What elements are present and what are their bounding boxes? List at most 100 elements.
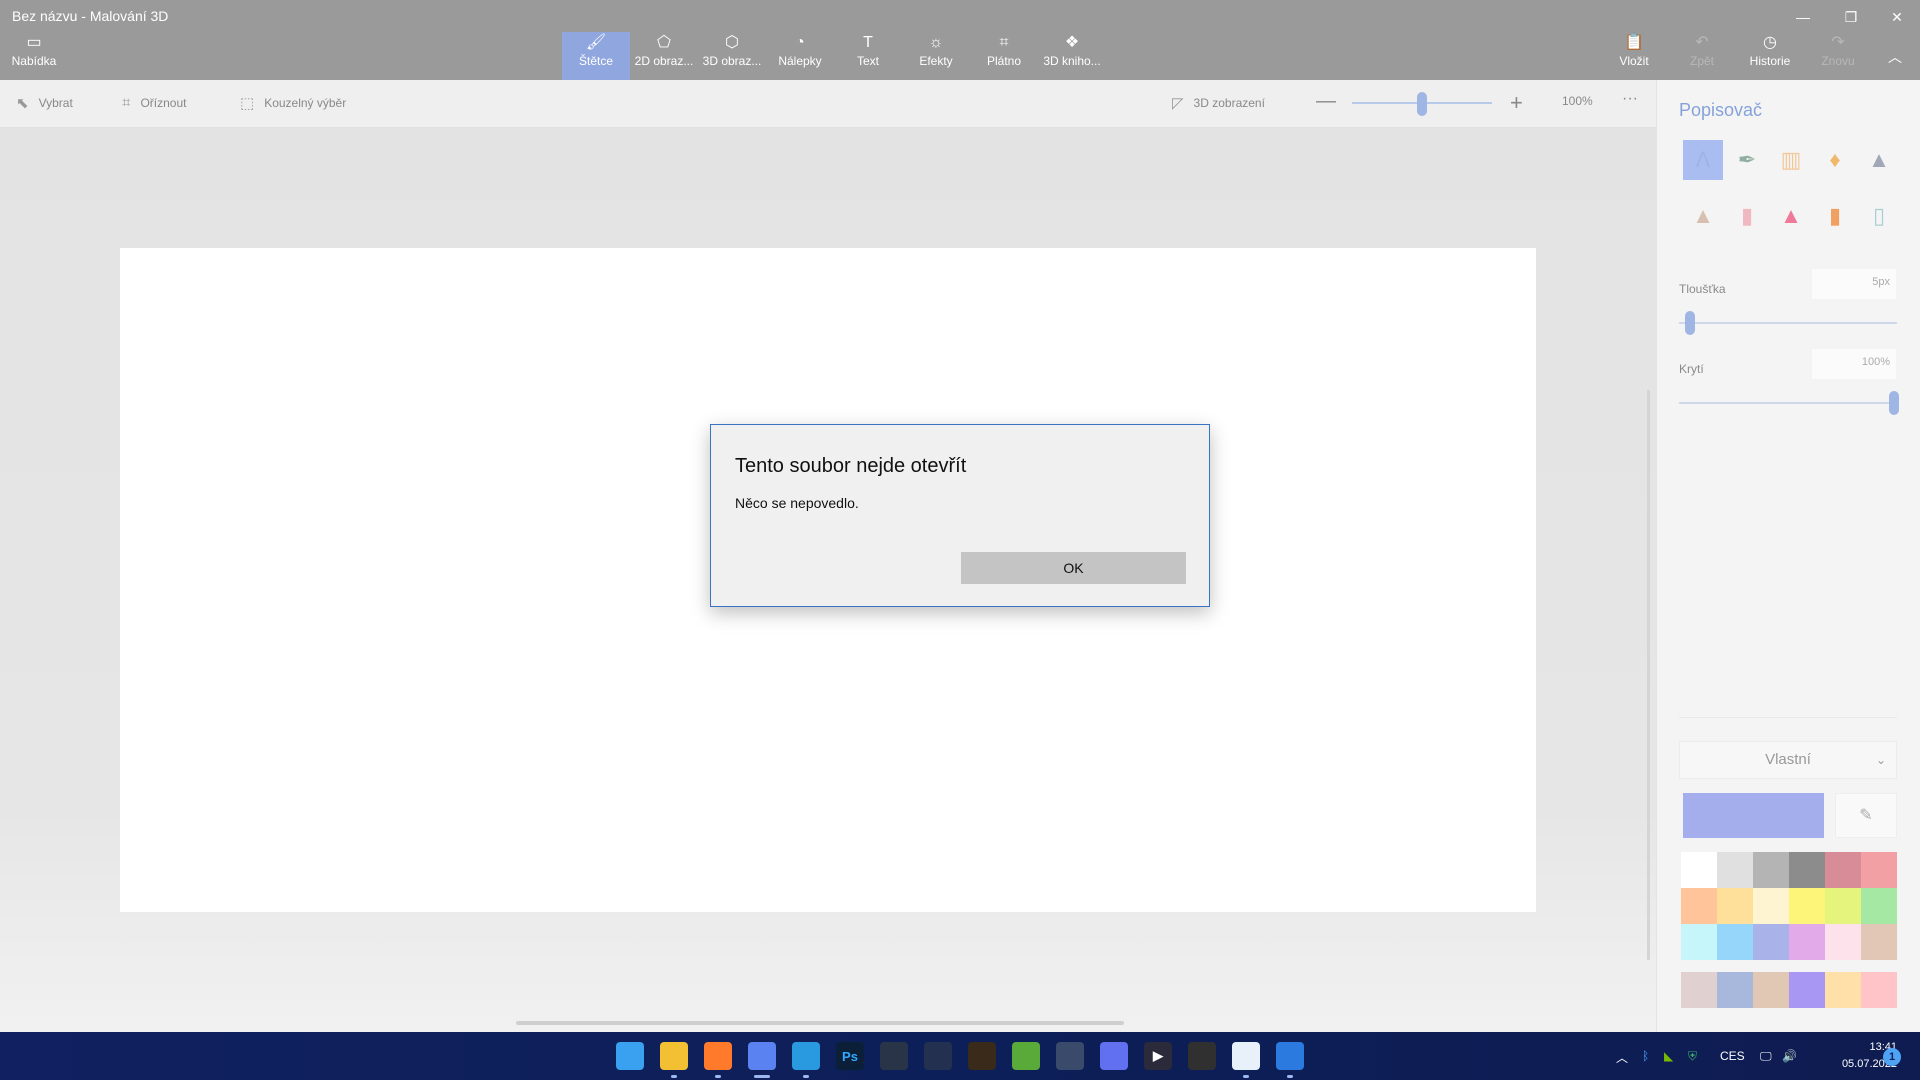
color-swatch[interactable] [1717, 924, 1753, 960]
davinci-resolve-icon[interactable] [880, 1042, 908, 1070]
file-explorer-icon[interactable] [660, 1042, 688, 1070]
zoom-in-icon[interactable]: + [1510, 90, 1523, 116]
watercolor-brush-icon[interactable]: ♦ [1815, 140, 1855, 180]
color-swatch[interactable] [1861, 852, 1897, 888]
custom-color-swatch[interactable] [1681, 972, 1717, 1008]
restore-icon[interactable]: ❐ [1828, 4, 1874, 30]
volume-icon[interactable]: 🔊 [1782, 1049, 1797, 1063]
show-hidden-icons-icon[interactable]: ︿ [1616, 1049, 1628, 1066]
game-block-icon[interactable] [968, 1042, 996, 1070]
firefox-icon[interactable] [704, 1042, 732, 1070]
network-icon[interactable]: 🖵 [1760, 1049, 1772, 1064]
color-swatch[interactable] [1681, 924, 1717, 960]
color-swatch[interactable] [1753, 888, 1789, 924]
bluetooth-icon[interactable]: ᛒ [1642, 1049, 1649, 1063]
tab-3d-library[interactable]: ❖ 3D kniho... [1038, 32, 1106, 80]
tab-effects[interactable]: ☼ Efekty [902, 32, 970, 80]
obs-icon[interactable] [1188, 1042, 1216, 1070]
horizontal-scrollbar[interactable] [516, 1021, 1124, 1025]
remote-app-icon[interactable] [792, 1042, 820, 1070]
redo-button[interactable]: ↷ Znovu [1810, 32, 1866, 80]
warships-icon[interactable] [924, 1042, 952, 1070]
oil-brush-brush-icon[interactable]: ▥ [1771, 140, 1811, 180]
color-swatch[interactable] [1681, 888, 1717, 924]
undo-button[interactable]: ↶ Zpět [1676, 32, 1728, 80]
tab-sticker[interactable]: ◔ Nálepky [766, 32, 834, 80]
zoom-out-icon[interactable]: — [1316, 90, 1336, 113]
color-swatch[interactable] [1753, 852, 1789, 888]
tab-canvas[interactable]: ⌗ Plátno [970, 32, 1038, 80]
custom-color-swatch[interactable] [1717, 972, 1753, 1008]
opacity-input[interactable]: 100% [1812, 349, 1896, 379]
zoom-slider-thumb[interactable] [1417, 92, 1427, 116]
color-swatch[interactable] [1681, 852, 1717, 888]
thickness-thumb[interactable] [1684, 311, 1695, 335]
paint-3d-icon[interactable] [748, 1042, 776, 1070]
store-icon[interactable] [1232, 1042, 1260, 1070]
current-color[interactable] [1683, 793, 1824, 838]
magic-select-tool[interactable]: ⬚ Kouzelný výběr [240, 94, 346, 112]
eraser-brush-icon[interactable]: ▮ [1727, 196, 1767, 236]
custom-color-swatch[interactable] [1825, 972, 1861, 1008]
color-swatch[interactable] [1861, 924, 1897, 960]
color-swatch[interactable] [1825, 888, 1861, 924]
panel-title: Popisovač [1679, 100, 1763, 120]
minimize-icon[interactable]: — [1780, 4, 1826, 30]
history-button[interactable]: ◷ Historie [1740, 32, 1800, 80]
tab-2d-shapes[interactable]: ⬠ 2D obraz... [630, 32, 698, 80]
color-swatch[interactable] [1789, 852, 1825, 888]
opacity-track[interactable] [1679, 402, 1897, 404]
media-player-icon[interactable]: ▶ [1144, 1042, 1172, 1070]
discord-icon[interactable] [1100, 1042, 1128, 1070]
fill-bucket-brush-icon[interactable]: ▯ [1859, 196, 1899, 236]
collapse-ribbon-icon[interactable]: ︿ [1872, 44, 1918, 70]
close-icon[interactable]: ✕ [1874, 4, 1920, 30]
color-swatch[interactable] [1753, 924, 1789, 960]
thickness-track[interactable] [1679, 322, 1897, 324]
crop-tool[interactable]: ⌗ Oříznout [122, 94, 186, 111]
tab-label: 3D kniho... [1043, 54, 1101, 68]
crayon-brush-icon[interactable]: ▲ [1771, 196, 1811, 236]
color-swatch[interactable] [1789, 924, 1825, 960]
marker-brush-icon[interactable]: Ʌ [1683, 140, 1723, 180]
color-swatch[interactable] [1825, 852, 1861, 888]
tab-text[interactable]: T Text [834, 32, 902, 80]
tab-brush[interactable]: 🖌 Štětce [562, 32, 630, 80]
calligraphy-pen-brush-icon[interactable]: ✒ [1727, 140, 1767, 180]
security-shield-icon[interactable]: ⛨ [1688, 1049, 1697, 1064]
more-icon[interactable]: ··· [1622, 90, 1638, 108]
remote-desktop-icon[interactable] [1276, 1042, 1304, 1070]
thickness-input[interactable]: 5px [1812, 269, 1896, 299]
ok-button[interactable]: OK [961, 552, 1186, 584]
nvidia-icon[interactable]: ◣ [1664, 1049, 1673, 1063]
eyedropper-icon[interactable]: ✎ [1835, 793, 1897, 838]
arch-app-icon[interactable] [1056, 1042, 1084, 1070]
color-swatch[interactable] [1717, 852, 1753, 888]
color-swatch[interactable] [1861, 888, 1897, 924]
view-3d-toggle[interactable]: ◸ 3D zobrazení [1172, 94, 1265, 112]
color-mode-dropdown[interactable]: Vlastní ⌄ [1679, 741, 1897, 779]
notification-badge[interactable]: 1 [1883, 1048, 1901, 1066]
spray-can-brush-icon[interactable]: ▮ [1815, 196, 1855, 236]
opacity-thumb[interactable] [1889, 391, 1899, 415]
menu-button[interactable]: ▭ Nabídka [0, 32, 68, 80]
color-swatch[interactable] [1825, 924, 1861, 960]
custom-color-swatch[interactable] [1789, 972, 1825, 1008]
color-swatch[interactable] [1717, 888, 1753, 924]
paste-button[interactable]: 📋 Vložit [1606, 32, 1662, 80]
photoshop-icon[interactable]: Ps [836, 1042, 864, 1070]
start-icon[interactable] [616, 1042, 644, 1070]
taskbar: Ps ▶ ︿ ᛒ ◣ ⛨ CES 🖵 🔊 13:41 05.07.2022 1 [0, 1032, 1920, 1080]
pencil-brush-icon[interactable]: ▲ [1683, 196, 1723, 236]
minecraft-icon[interactable] [1012, 1042, 1040, 1070]
custom-color-swatch[interactable] [1861, 972, 1897, 1008]
language-indicator[interactable]: CES [1720, 1049, 1745, 1063]
vertical-scrollbar[interactable] [1647, 390, 1650, 960]
zoom-value: 100% [1562, 94, 1593, 108]
crop-label: Oříznout [140, 95, 187, 110]
custom-color-swatch[interactable] [1753, 972, 1789, 1008]
select-tool[interactable]: ⬉ Vybrat [16, 94, 73, 112]
tab-3d-shapes[interactable]: ⬡ 3D obraz... [698, 32, 766, 80]
pixel-pen-brush-icon[interactable]: ▲ [1859, 140, 1899, 180]
color-swatch[interactable] [1789, 888, 1825, 924]
